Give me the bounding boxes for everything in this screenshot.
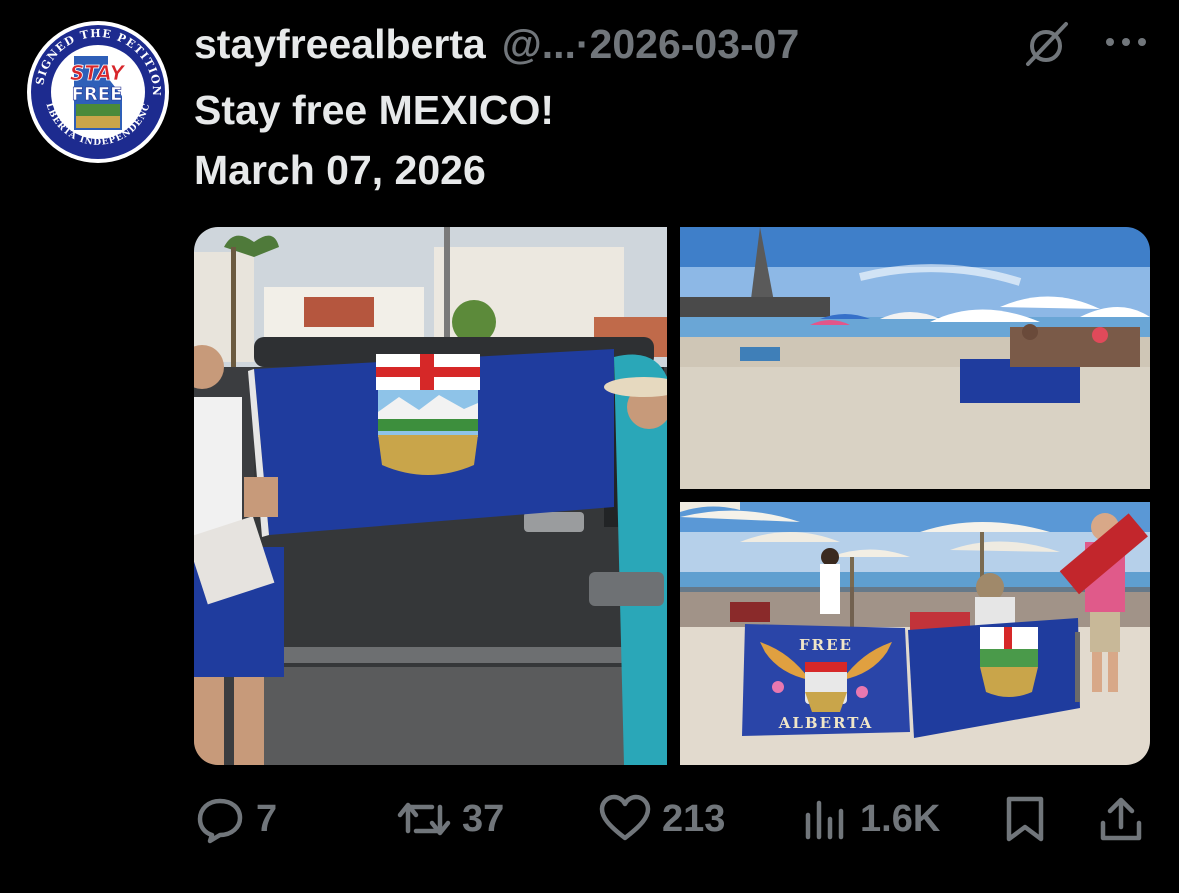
views-button[interactable]: 1.6K: [800, 786, 940, 852]
like-count: 213: [662, 797, 726, 840]
views-count: 1.6K: [860, 797, 941, 840]
reply-count: 7: [256, 797, 278, 840]
repost-button[interactable]: 37: [396, 786, 504, 852]
bookmark-button[interactable]: [1002, 786, 1048, 852]
more-icon[interactable]: [1100, 22, 1152, 62]
tweet-text-line-2: March 07, 2026: [194, 147, 486, 193]
tweet-header: stayfreealberta @... · 2026-03-07: [194, 18, 799, 70]
like-button[interactable]: 213: [598, 786, 725, 852]
tweet-text-line-1: Stay free MEXICO!: [194, 87, 554, 133]
media-grid: FREE ALBERTA: [194, 227, 1150, 765]
reply-icon: [197, 798, 243, 844]
separator: ·: [575, 20, 590, 67]
repost-icon: [397, 802, 451, 836]
share-icon: [1100, 797, 1142, 841]
heart-icon: [599, 794, 651, 841]
tweet-text: Stay free MEXICO! March 07, 2026: [194, 80, 554, 200]
flag-at-truck-photo[interactable]: [194, 227, 667, 765]
bookmark-icon: [1006, 796, 1044, 842]
action-bar: 7 37 213 1.6K: [194, 786, 1150, 852]
avatar[interactable]: I SIGNED THE PETITION ALBERTA INDEPENDEN…: [21, 10, 170, 164]
grok-icon[interactable]: [1020, 20, 1072, 68]
handle[interactable]: @...: [502, 21, 576, 68]
free-flag-text: FREE: [799, 636, 853, 654]
share-button[interactable]: [1096, 786, 1146, 852]
avatar-stay-text: STAY: [70, 61, 127, 85]
username[interactable]: stayfreealberta: [194, 21, 486, 68]
views-chart-icon: [805, 800, 844, 840]
beach-flags-photo[interactable]: FREE ALBERTA: [680, 502, 1150, 765]
beach-booth-photo[interactable]: [680, 227, 1150, 489]
timestamp[interactable]: 2026-03-07: [590, 21, 800, 68]
alberta-flag-text: ALBERTA: [778, 714, 873, 732]
repost-count: 37: [462, 797, 505, 840]
reply-button[interactable]: 7: [194, 786, 277, 852]
avatar-free-text: FREE: [72, 84, 123, 105]
